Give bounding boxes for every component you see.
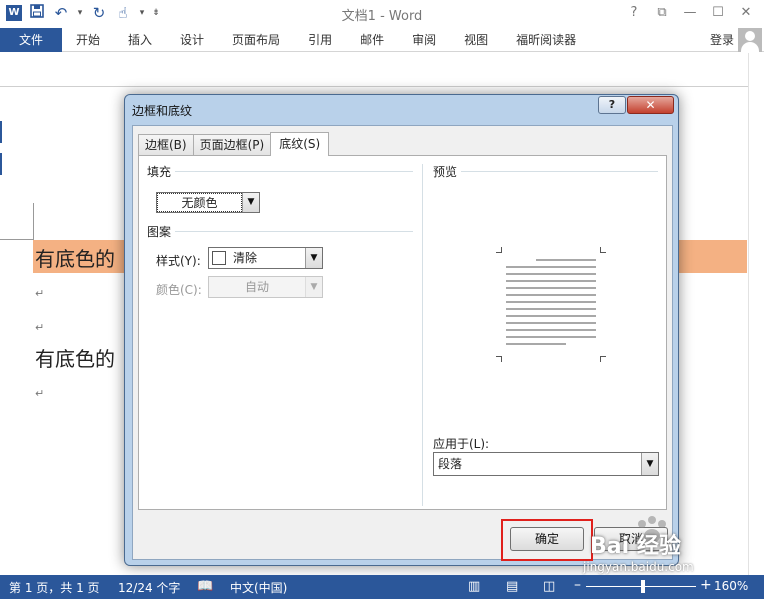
- shading-preview: [496, 247, 606, 362]
- fill-color-value: 无颜色: [157, 193, 242, 212]
- tab-design[interactable]: 设计: [166, 28, 218, 52]
- vertical-scrollbar[interactable]: [748, 53, 764, 575]
- tab-view[interactable]: 视图: [450, 28, 502, 52]
- zoom-slider-thumb[interactable]: [641, 580, 645, 593]
- page-top-edge: [0, 86, 748, 87]
- pattern-style-value: 清除: [233, 251, 258, 265]
- login-link[interactable]: 登录: [710, 31, 734, 48]
- chevron-down-icon[interactable]: ▼: [641, 453, 658, 475]
- tab-review[interactable]: 审阅: [398, 28, 450, 52]
- pattern-color-select: 自动 ▼: [208, 276, 323, 298]
- preview-line: [506, 294, 596, 296]
- status-bar: 第 1 页，共 1 页 12/24 个字 📖 中文(中国) ▥ ▤ ◫ – + …: [0, 575, 764, 599]
- preview-line: [506, 280, 596, 282]
- tab-borders[interactable]: 边框(B): [138, 134, 194, 156]
- pattern-swatch: [212, 251, 226, 265]
- left-edge-marker: [0, 153, 2, 175]
- preview-line: [506, 315, 596, 317]
- help-button[interactable]: ?: [620, 2, 648, 24]
- paragraph-mark: ↵: [35, 321, 45, 334]
- paragraph-mark: ↵: [35, 387, 45, 400]
- divider: [433, 171, 658, 172]
- color-label: 颜色(C):: [156, 283, 202, 297]
- title-bar: W ↶ ▾ ↻ ☝ ▾ ⇟ 文档1 - Word ? ⧉ — ☐ ✕: [0, 0, 764, 28]
- watermark-url: jingyan.baidu.com: [583, 560, 694, 574]
- preview-label: 预览: [433, 163, 462, 180]
- pattern-style-select[interactable]: 清除 ▼: [208, 247, 323, 269]
- print-layout-icon[interactable]: ▤: [506, 579, 518, 594]
- chevron-down-icon: ▼: [305, 277, 322, 297]
- tab-home[interactable]: 开始: [62, 28, 114, 52]
- preview-corner: [496, 356, 502, 362]
- divider: [147, 231, 413, 232]
- preview-corner: [600, 247, 606, 253]
- paragraph-plain[interactable]: 有底色的: [35, 343, 115, 372]
- tab-page-border[interactable]: 页面边框(P): [192, 134, 272, 156]
- preview-line: [536, 259, 596, 261]
- zoom-out-button[interactable]: –: [574, 577, 581, 593]
- margin-corner-mark: [0, 239, 34, 240]
- tab-foxit-reader[interactable]: 福昕阅读器: [502, 28, 590, 52]
- zoom-in-button[interactable]: +: [700, 577, 712, 593]
- panel-divider: [422, 164, 423, 506]
- preview-line: [506, 287, 596, 289]
- tab-shading[interactable]: 底纹(S): [270, 132, 330, 156]
- apply-to-select[interactable]: 段落 ▼: [433, 452, 659, 476]
- avatar[interactable]: [738, 28, 762, 52]
- chevron-down-icon[interactable]: ▼: [305, 248, 322, 268]
- preview-line: [506, 322, 596, 324]
- tab-insert[interactable]: 插入: [114, 28, 166, 52]
- divider: [147, 171, 413, 172]
- apply-to-label: 应用于(L):: [433, 437, 490, 451]
- dialog-help-button[interactable]: ?: [598, 96, 626, 114]
- preview-line: [506, 336, 596, 338]
- dialog-body: 边框(B) 页面边框(P) 底纹(S) 填充 无颜色 ▼ 图案 样式(Y): 清…: [132, 125, 673, 561]
- dialog-close-button[interactable]: ✕: [627, 96, 674, 114]
- ribbon-tabs: 文件 开始 插入 设计 页面布局 引用 邮件 审阅 视图 福昕阅读器 登录: [0, 28, 764, 52]
- maximize-button[interactable]: ☐: [704, 2, 732, 24]
- preview-line: [506, 266, 596, 268]
- margin-corner-mark: [33, 203, 34, 239]
- preview-line: [506, 273, 596, 275]
- close-button[interactable]: ✕: [732, 2, 760, 24]
- watermark-brand: Bai 经验: [590, 534, 681, 559]
- borders-shading-dialog: 边框和底纹 ? ✕ 边框(B) 页面边框(P) 底纹(S) 填充 无颜色 ▼ 图…: [124, 94, 679, 566]
- preview-line: [506, 301, 596, 303]
- language-indicator[interactable]: 中文(中国): [230, 579, 287, 596]
- pattern-label: 图案: [147, 223, 176, 240]
- dialog-title: 边框和底纹: [132, 104, 193, 118]
- preview-corner: [496, 247, 502, 253]
- ok-button[interactable]: 确定: [510, 527, 584, 551]
- minimize-button[interactable]: —: [676, 2, 704, 24]
- apply-to-value: 段落: [438, 457, 463, 471]
- paragraph-shaded[interactable]: 有底色的: [35, 243, 115, 272]
- chevron-down-icon[interactable]: ▼: [242, 193, 259, 212]
- fill-label: 填充: [147, 163, 176, 180]
- preview-line: [506, 343, 566, 345]
- tab-mailings[interactable]: 邮件: [346, 28, 398, 52]
- tab-file[interactable]: 文件: [0, 28, 62, 52]
- style-label: 样式(Y):: [156, 254, 201, 268]
- preview-line: [506, 329, 596, 331]
- preview-corner: [600, 356, 606, 362]
- ribbon-display-button[interactable]: ⧉: [648, 2, 676, 24]
- shading-panel: 填充 无颜色 ▼ 图案 样式(Y): 清除 ▼ 颜色(C): 自动 ▼ 预览 应…: [138, 155, 667, 510]
- read-mode-icon[interactable]: ▥: [468, 579, 480, 594]
- tab-references[interactable]: 引用: [294, 28, 346, 52]
- page-count[interactable]: 第 1 页，共 1 页: [9, 579, 100, 596]
- tab-page-layout[interactable]: 页面布局: [218, 28, 294, 52]
- pattern-color-value: 自动: [244, 280, 269, 294]
- preview-line: [506, 308, 596, 310]
- word-count[interactable]: 12/24 个字: [118, 579, 180, 596]
- fill-color-picker[interactable]: 无颜色 ▼: [156, 192, 260, 213]
- left-edge-marker: [0, 121, 2, 143]
- paragraph-mark: ↵: [35, 287, 45, 300]
- proofing-icon[interactable]: 📖: [197, 579, 213, 594]
- zoom-level[interactable]: 160%: [714, 579, 748, 593]
- web-layout-icon[interactable]: ◫: [543, 579, 555, 594]
